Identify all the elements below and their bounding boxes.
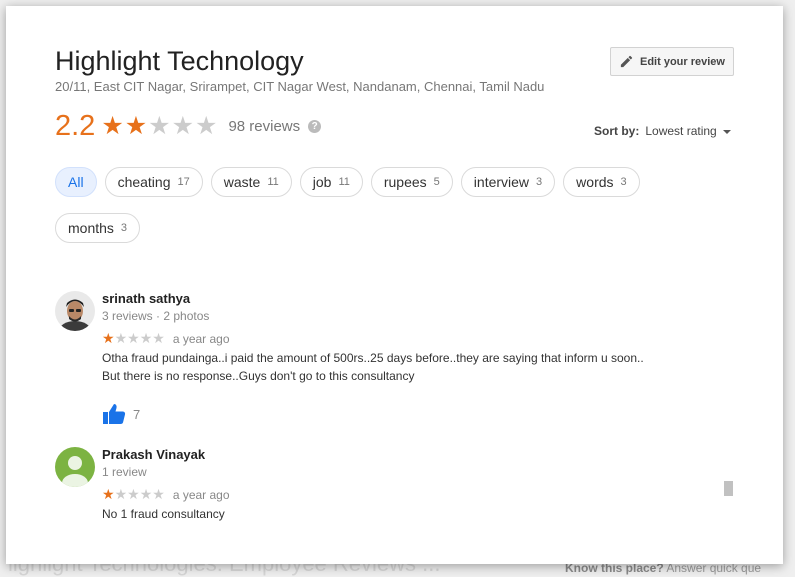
rating-stars: ★ ★ ★ ★ ★ xyxy=(101,111,218,140)
chip-count: 11 xyxy=(338,176,350,188)
like-button[interactable]: 7 xyxy=(102,403,140,425)
star-icon: ★ xyxy=(124,111,148,140)
chip-label: months xyxy=(68,220,114,236)
star-icon: ★ xyxy=(114,486,128,502)
chip-all[interactable]: All xyxy=(55,167,97,197)
help-icon[interactable]: ? xyxy=(308,119,322,133)
chip-words[interactable]: words 3 xyxy=(563,167,640,197)
review-item: Prakash Vinayak 1 review ★★★★★ a year ag… xyxy=(55,447,735,527)
review-time: a year ago xyxy=(172,488,230,502)
chip-job[interactable]: job 11 xyxy=(299,167,363,197)
reviewer-meta: 1 review xyxy=(102,465,147,479)
chip-cheating[interactable]: cheating 17 xyxy=(104,167,203,197)
edit-review-label: Edit your review xyxy=(640,55,725,68)
star-icon: ★ xyxy=(102,330,115,346)
star-icon: ★ xyxy=(148,111,171,140)
thumbs-up-icon xyxy=(103,404,126,424)
star-icon: ★ xyxy=(127,330,140,346)
review-text-line: Otha fraud pundainga..i paid the amount … xyxy=(102,351,644,365)
review-text-line: But there is no response..Guys don't go … xyxy=(102,369,415,383)
review-item: srinath sathya 3 reviews · 2 photos ★★★★… xyxy=(55,291,735,426)
review-stars: ★★★★★ xyxy=(102,330,165,348)
review-text: Otha fraud pundainga..i paid the amount … xyxy=(102,349,702,385)
chip-waste[interactable]: waste 11 xyxy=(210,167,292,197)
star-icon: ★ xyxy=(127,486,140,502)
avatar[interactable] xyxy=(55,447,95,487)
rating-value: 2.2 xyxy=(55,109,96,142)
star-icon: ★ xyxy=(152,486,165,502)
review-text-line: No 1 fraud consultancy xyxy=(102,507,225,521)
reviewer-name[interactable]: srinath sathya xyxy=(102,291,190,306)
star-icon: ★ xyxy=(195,111,218,140)
star-icon: ★ xyxy=(152,330,165,346)
like-count: 7 xyxy=(133,406,141,422)
chip-count: 3 xyxy=(536,176,543,188)
pencil-icon xyxy=(620,55,633,68)
star-icon: ★ xyxy=(171,111,195,140)
chip-label: waste xyxy=(223,174,261,190)
review-rating: ★★★★★ a year ago xyxy=(102,330,230,348)
chip-label: words xyxy=(576,174,614,190)
sort-label: Sort by: xyxy=(594,124,640,138)
sort-value: Lowest rating xyxy=(645,124,717,138)
chip-count: 11 xyxy=(267,176,279,188)
chip-label: rupees xyxy=(383,174,427,190)
edit-review-button[interactable]: Edit your review xyxy=(610,47,734,76)
star-icon: ★ xyxy=(139,486,153,502)
chip-interview[interactable]: interview 3 xyxy=(460,167,556,197)
review-rating: ★★★★★ a year ago xyxy=(102,486,230,504)
chip-count: 3 xyxy=(620,176,627,188)
chip-count: 5 xyxy=(433,176,440,188)
review-stars: ★★★★★ xyxy=(102,486,165,504)
chip-count: 17 xyxy=(177,176,190,188)
review-text: No 1 fraud consultancy xyxy=(102,505,702,523)
place-address: 20/11, East CIT Nagar, Srirampet, CIT Na… xyxy=(55,79,545,94)
chip-label: job xyxy=(312,174,332,190)
review-time: a year ago xyxy=(172,332,230,346)
rating-summary: 2.2 ★ ★ ★ ★ ★ 98 reviews ? xyxy=(55,109,322,143)
chip-rupees[interactable]: rupees 5 xyxy=(370,167,453,197)
reviewer-name[interactable]: Prakash Vinayak xyxy=(102,447,205,462)
star-icon: ★ xyxy=(114,330,128,346)
chip-months[interactable]: months 3 xyxy=(55,213,141,243)
reviews-dialog: Highlight Technology 20/11, East CIT Nag… xyxy=(6,6,783,564)
sort-dropdown[interactable]: Sort by: Lowest rating xyxy=(594,124,731,138)
review-count[interactable]: 98 reviews xyxy=(228,118,300,135)
place-title: Highlight Technology xyxy=(55,46,304,76)
topic-chips: All cheating 17 waste 11 job 11 rupees 5 intervie… xyxy=(55,167,695,243)
star-icon: ★ xyxy=(102,486,115,502)
chip-label: interview xyxy=(473,174,530,190)
star-icon: ★ xyxy=(139,330,153,346)
scrollbar-thumb[interactable] xyxy=(724,481,733,496)
chevron-down-icon xyxy=(722,130,731,134)
chip-label: All xyxy=(68,174,84,190)
chip-label: cheating xyxy=(117,174,171,190)
reviewer-meta: 3 reviews · 2 photos xyxy=(102,309,210,323)
star-icon: ★ xyxy=(101,111,124,140)
chip-count: 3 xyxy=(120,222,128,234)
avatar[interactable] xyxy=(55,291,95,331)
